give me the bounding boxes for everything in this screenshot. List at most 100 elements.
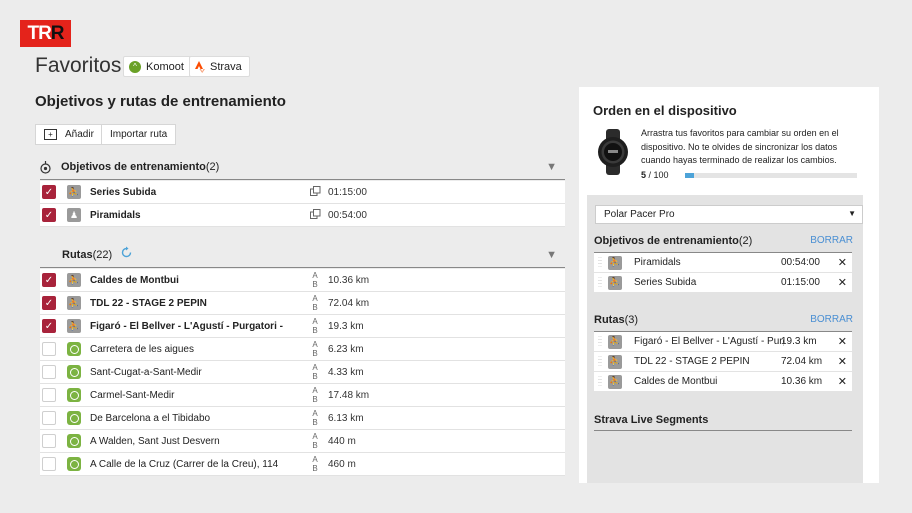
drag-handle-icon[interactable]: :::::: [598,276,602,289]
device-route-row[interactable]: :::::: ⛹ TDL 22 - STAGE 2 PEPIN 72.04 km ✕ [594,352,852,372]
drag-handle-icon[interactable]: :::::: [598,375,602,388]
item-name: Figaró - El Bellver - L'Agustí - Purgato… [634,336,784,347]
duplicate-icon [309,209,321,221]
running-icon: ⛹ [67,273,81,287]
remove-icon[interactable]: ✕ [838,276,847,289]
section-title: Objetivos y rutas de entrenamiento [35,93,286,110]
favorites-progress-bar [685,173,857,178]
chip-label: Strava [210,60,242,73]
import-label: Importar ruta [110,129,168,140]
route-row[interactable]: ✓ ⛹ TDL 22 - STAGE 2 PEPIN A B 72.04 km [40,292,565,315]
item-name: TDL 22 - STAGE 2 PEPIN [90,297,207,309]
item-name: Caldes de Montbui [634,376,718,387]
favorite-checkbox[interactable]: ✓ [42,208,56,222]
item-value: 10.36 km [328,274,370,286]
favorite-checkbox[interactable]: ✓ [42,185,56,199]
route-row[interactable]: Sant-Cugat-a-Sant-Medir A B 4.33 km [40,361,565,384]
favorite-checkbox[interactable] [42,457,56,471]
distance-icon: A B [312,432,318,450]
page-title: Favoritos [35,54,122,77]
favorite-checkbox[interactable] [42,434,56,448]
distance-icon: A B [312,340,318,358]
komoot-route-icon [67,457,81,471]
distance-icon: A B [312,386,318,404]
route-row[interactable]: Carmel-Sant-Medir A B 17.48 km [40,384,565,407]
running-icon: ⛹ [67,296,81,310]
device-routes-label: Rutas [594,314,625,326]
item-name: Piramidals [90,209,141,221]
item-name: Sant-Cugat-a-Sant-Medir [90,366,202,378]
remove-icon[interactable]: ✕ [838,335,847,348]
favorite-checkbox[interactable] [42,365,56,379]
drag-handle-icon[interactable]: :::::: [598,355,602,368]
goals-group-header[interactable]: Objetivos de entrenamiento (2) ▼ [40,155,565,180]
import-route-button[interactable]: Importar ruta [101,124,177,145]
item-value: 19.3 km [328,320,364,332]
collapse-arrow-icon[interactable]: ▼ [546,161,557,173]
item-value: 6.13 km [328,412,364,424]
route-row[interactable]: ✓ ⛹ Caldes de Montbui A B 10.36 km [40,269,565,292]
device-select[interactable]: Polar Pacer Pro ▼ [595,205,863,224]
group-label: Objetivos de entrenamiento [61,161,206,173]
panel-description: Arrastra tus favoritos para cambiar su o… [641,128,839,165]
person-icon: ⛹ [67,185,81,199]
komoot-route-icon [67,342,81,356]
item-name: Carretera de les aigues [90,343,194,355]
strava-live-segments-header[interactable]: Strava Live Segments [594,414,852,431]
route-row[interactable]: A Walden, Sant Just Desvern A B 440 m [40,430,565,453]
device-goals-label: Objetivos de entrenamiento [594,235,739,247]
drag-handle-icon[interactable]: :::::: [598,256,602,269]
strava-icon [195,60,205,73]
trr-logo[interactable]: T R R [20,20,71,47]
device-route-row[interactable]: :::::: ⛹ Figaró - El Bellver - L'Agustí - … [594,332,852,352]
item-value: 440 m [328,435,356,447]
favorite-checkbox[interactable] [42,388,56,402]
goals-list: ✓ ⛹ Series Subida 01:15:00 ✓ ♟ Piramidals 00:54… [40,181,565,227]
favorite-checkbox[interactable] [42,342,56,356]
remove-icon[interactable]: ✕ [838,355,847,368]
favorite-checkbox[interactable]: ✓ [42,296,56,310]
device-goal-row[interactable]: :::::: ⛹ Series Subida 01:15:00 ✕ [594,273,852,293]
goal-row[interactable]: ✓ ⛹ Series Subida 01:15:00 [40,181,565,204]
chip-label: Komoot [146,60,184,73]
clear-routes-button[interactable]: BORRAR [810,314,853,325]
item-value: 01:15:00 [781,277,820,288]
device-route-row[interactable]: :::::: ⛹ Caldes de Montbui 10.36 km ✕ [594,372,852,392]
goal-row[interactable]: ✓ ♟ Piramidals 00:54:00 [40,204,565,227]
routes-group-header[interactable]: Rutas (22) ▼ [40,243,565,268]
remove-icon[interactable]: ✕ [838,375,847,388]
route-row[interactable]: A Calle de la Cruz (Carrer de la Creu), … [40,453,565,476]
komoot-chip[interactable]: ^ Komoot [123,56,192,77]
route-row[interactable]: ✓ ⛹ Figaró - El Bellver - L'Agustí - Purga… [40,315,565,338]
komoot-icon: ^ [129,60,141,73]
add-button[interactable]: + Añadir [35,124,103,145]
strava-chip[interactable]: Strava [189,56,250,77]
group-count: (22) [92,249,113,261]
device-goal-row[interactable]: :::::: ⛹ Piramidals 00:54:00 ✕ [594,253,852,273]
komoot-ring [69,459,79,469]
distance-icon: A B [312,271,318,289]
remove-icon[interactable]: ✕ [838,256,847,269]
device-routes-list: :::::: ⛹ Figaró - El Bellver - L'Agustí - … [594,331,852,392]
item-value: 460 m [328,458,356,470]
item-value: 6.23 km [328,343,364,355]
device-routes-count: (3) [624,314,639,326]
item-name: Caldes de Montbui [90,274,179,286]
target-icon [40,160,51,174]
group-count: (2) [205,161,220,173]
distance-icon: A B [312,409,318,427]
caret-down-icon: ▼ [848,209,856,218]
clear-goals-button[interactable]: BORRAR [810,235,853,246]
route-row[interactable]: De Barcelona a el Tibidabo A B 6.13 km [40,407,565,430]
drag-handle-icon[interactable]: :::::: [598,335,602,348]
progress-fill [685,173,694,178]
item-name: TDL 22 - STAGE 2 PEPIN [634,356,750,367]
sync-icon[interactable] [120,246,133,259]
item-value: 17.48 km [328,389,370,401]
route-row[interactable]: Carretera de les aigues A B 6.23 km [40,338,565,361]
collapse-arrow-icon[interactable]: ▼ [546,249,557,261]
komoot-ring [69,413,79,423]
favorite-checkbox[interactable]: ✓ [42,273,56,287]
favorite-checkbox[interactable] [42,411,56,425]
favorite-checkbox[interactable]: ✓ [42,319,56,333]
